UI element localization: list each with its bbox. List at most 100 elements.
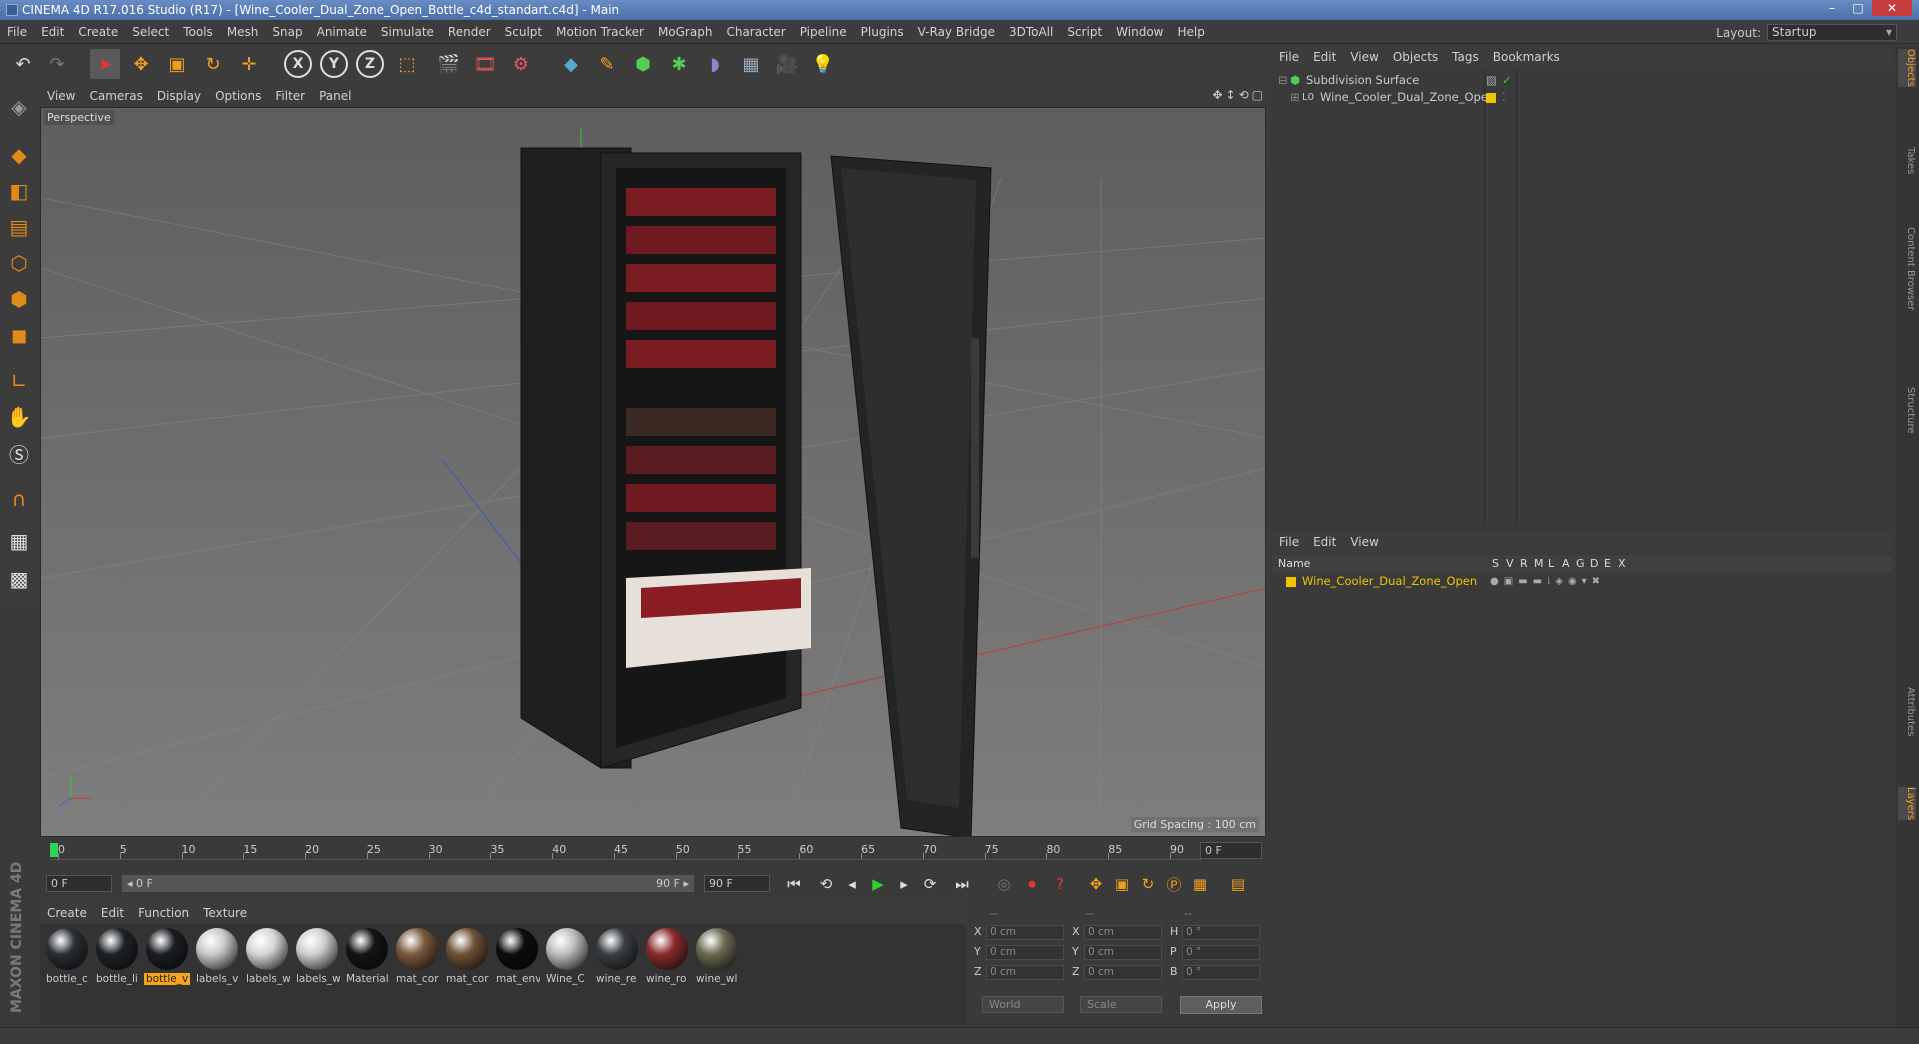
material-name[interactable]: Wine_C [544,973,590,985]
playhead-marker[interactable] [50,843,58,857]
layout-dropdown[interactable]: Startup [1767,24,1897,41]
cloner-icon[interactable]: ✱ [664,49,694,79]
side-tab[interactable]: Attributes [1898,687,1916,736]
axis-x-button[interactable]: X [284,50,312,78]
minimize-button[interactable]: – [1820,0,1844,16]
axis-y-button[interactable]: Y [320,50,348,78]
menu-sculpt[interactable]: Sculpt [498,21,549,44]
material-name[interactable]: bottle_li [94,973,140,985]
material-preview-ball[interactable] [546,928,588,970]
live-select-icon[interactable]: ✛ [234,49,264,79]
material-name[interactable]: wine_wl [694,973,740,985]
pen-spline-icon[interactable]: ✎ [592,49,622,79]
coord-value-field[interactable]: 0 ° [1182,925,1260,940]
menu-simulate[interactable]: Simulate [374,21,441,44]
mat-menu-edit[interactable]: Edit [94,903,131,923]
texture-mode-icon[interactable]: ◧ [4,176,34,206]
coord-value-field[interactable]: 0 cm [986,945,1064,960]
material-swatch[interactable]: labels_w [294,926,340,986]
visibility-dots-icon[interactable]: ▨ [1486,72,1497,89]
vp-menu-filter[interactable]: Filter [268,86,312,106]
side-tab[interactable]: Structure [1898,387,1916,434]
key-pla-icon[interactable]: ▦ [1188,873,1212,895]
grid-lock-icon[interactable]: ▦ [4,526,34,556]
layer-column-header[interactable]: E [1604,555,1611,572]
layer-color-swatch[interactable] [1286,577,1296,587]
material-name[interactable]: bottle_c [44,973,90,985]
timeline[interactable]: 0 5 10 15 20 25 30 35 40 45 50 55 60 65 70 75 80 85 90 0 F [40,840,1266,862]
material-name[interactable]: labels_w [294,973,340,985]
coord-value-field[interactable]: 0 cm [1084,945,1162,960]
snap-magnet-icon[interactable]: ∩ [4,484,34,514]
side-tab[interactable]: Takes [1898,147,1916,174]
vp-menu-display[interactable]: Display [150,86,208,106]
menu-character[interactable]: Character [719,21,792,44]
layer-column-header[interactable]: S [1492,555,1499,572]
material-swatch[interactable]: mat_cor [394,926,440,986]
coord-value-field[interactable]: 0 cm [986,925,1064,940]
material-preview-ball[interactable] [296,928,338,970]
obj-menu-bookmarks[interactable]: Bookmarks [1486,47,1567,67]
coord-value-field[interactable]: 0 cm [1084,965,1162,980]
end-frame-field[interactable]: 90 F [704,875,770,892]
timeline-window-icon[interactable]: ▤ [1226,873,1250,895]
material-name[interactable]: labels_w [244,973,290,985]
timeline-ruler[interactable]: 0 5 10 15 20 25 30 35 40 45 50 55 60 65 70 75 80 85 90 [50,840,1202,860]
next-key-icon[interactable]: ⟳ [918,873,942,895]
obj-menu-objects[interactable]: Objects [1386,47,1445,67]
material-preview-ball[interactable] [196,928,238,970]
cube-icon[interactable]: ◆ [556,49,586,79]
material-preview-ball[interactable] [696,928,738,970]
menu-file[interactable]: File [0,21,34,44]
menu-script[interactable]: Script [1060,21,1109,44]
visibility-dots-icon[interactable]: ⁚ [1502,89,1506,106]
floor-icon[interactable]: ▦ [736,49,766,79]
material-swatch[interactable]: wine_ro [644,926,690,986]
material-preview-ball[interactable] [596,928,638,970]
layer-column-header[interactable]: Name [1278,555,1310,572]
layer-column-header[interactable]: L [1548,555,1554,572]
mat-menu-texture[interactable]: Texture [196,903,254,923]
deformer-icon[interactable]: ◗ [700,49,730,79]
edges-mode-icon[interactable]: ⬢ [4,284,34,314]
material-preview-ball[interactable] [496,928,538,970]
object-name[interactable]: Wine_Cooler_Dual_Zone_Open [1320,89,1495,106]
material-preview-ball[interactable] [246,928,288,970]
solo-icon[interactable]: Ⓢ [4,438,34,468]
coord-value-field[interactable]: 0 ° [1182,945,1260,960]
viewport-camera-label[interactable]: Perspective [44,110,114,125]
vp-menu-panel[interactable]: Panel [312,86,358,106]
key-rotation-icon[interactable]: ↻ [1136,873,1160,895]
material-name[interactable]: mat_env [494,973,540,985]
material-preview-ball[interactable] [396,928,438,970]
start-frame-field[interactable]: 0 F [46,875,112,892]
maximize-button[interactable]: □ [1846,0,1870,16]
layer-toggle-icons[interactable]: ●▣▬▬⁞◈◉▾✖ [1490,573,1605,590]
render-view-icon[interactable]: 🎬 [434,49,464,79]
material-swatch[interactable]: bottle_v [144,926,190,986]
obj-menu-view[interactable]: View [1343,47,1385,67]
material-swatch[interactable]: mat_cor [444,926,490,986]
camera-icon[interactable]: 🎥 [772,49,802,79]
layer-menu-view[interactable]: View [1343,532,1385,552]
frame-range-slider[interactable]: ◂ 0 F 90 F ▸ [122,875,694,892]
material-name[interactable]: mat_cor [394,973,440,985]
material-preview-ball[interactable] [446,928,488,970]
previous-key-icon[interactable]: ⟲ [814,873,838,895]
current-frame-field[interactable]: 0 F [1200,842,1262,859]
viewport[interactable]: Perspective Grid Spacing : 100 cm [40,107,1266,837]
object-row[interactable]: ⊟ ⬢ Subdivision Surface ▨ ✓ [1272,72,1892,89]
vp-menu-view[interactable]: View [40,86,82,106]
record-keys-icon[interactable]: ◎ [992,873,1016,895]
material-swatch[interactable]: wine_re [594,926,640,986]
menu-3dtoall[interactable]: 3DToAll [1002,21,1060,44]
world-coords-icon[interactable]: ⬚ [392,49,422,79]
material-name[interactable]: wine_re [594,973,640,985]
enabled-check-icon[interactable]: ✓ [1502,72,1512,89]
material-name[interactable]: bottle_v [144,973,190,985]
redo-icon[interactable]: ↷ [42,49,72,79]
menu-help[interactable]: Help [1170,21,1211,44]
apply-button[interactable]: Apply [1180,996,1262,1014]
collapse-icon[interactable]: ⊟ [1278,72,1288,89]
obj-menu-edit[interactable]: Edit [1306,47,1343,67]
